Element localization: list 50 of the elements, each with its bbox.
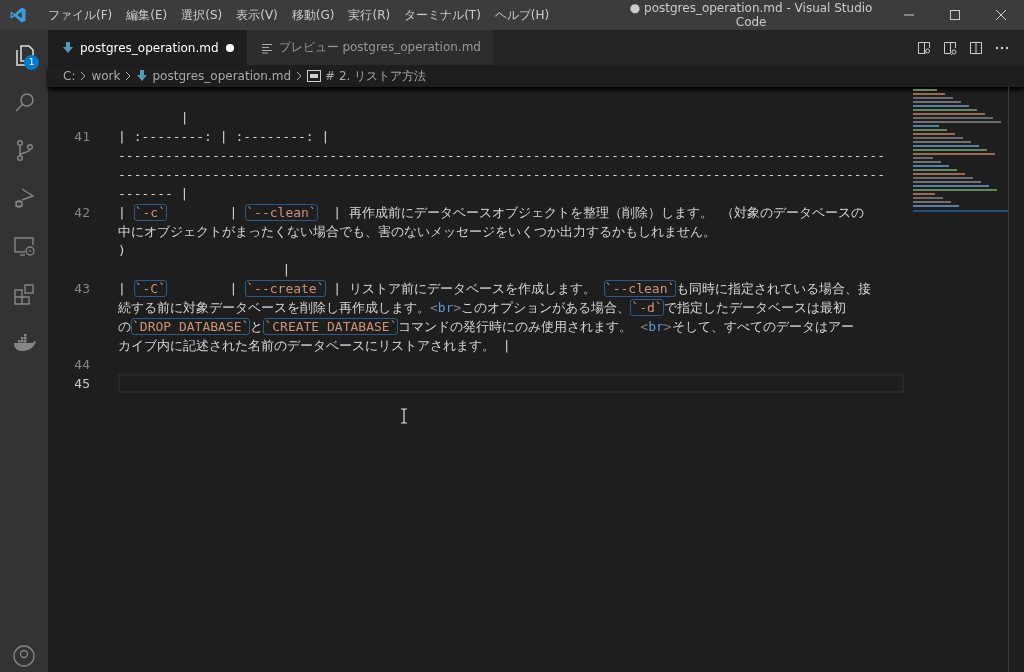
text-cursor-icon	[400, 408, 408, 424]
breadcrumb-item[interactable]: work	[91, 69, 121, 83]
menu-item[interactable]: ヘルプ(H)	[487, 6, 557, 24]
preview-side-icon[interactable]	[942, 39, 958, 56]
open-preview-icon[interactable]	[916, 39, 932, 56]
line-number: 43	[74, 281, 90, 296]
breadcrumb-item[interactable]: C:	[63, 69, 76, 83]
line-number: 44	[74, 357, 90, 372]
split-editor-icon[interactable]	[968, 39, 984, 56]
editor-tab[interactable]: postgres_operation.md	[48, 30, 247, 65]
menu-item[interactable]: 表示(V)	[229, 6, 285, 24]
menu-item[interactable]: 実行(R)	[341, 6, 398, 24]
remote-monitor-icon[interactable]	[12, 234, 36, 258]
chevron-icon	[295, 70, 304, 82]
line-number: 45	[74, 376, 90, 391]
account-icon[interactable]	[12, 644, 36, 668]
line-number: 41	[74, 129, 90, 144]
menu-item[interactable]: 移動(G)	[284, 6, 342, 24]
code-line: 中にオブジェクトがまったくない場合でも、害のないメッセージをいくつか出力するかもしれません。	[118, 224, 716, 239]
code-line: |	[281, 262, 291, 277]
window-title: ● postgres_operation.md - Visual Studio Code	[628, 1, 874, 29]
code-line: カイブ内に記述された名前のデータベースにリストアされます。 |	[118, 338, 511, 353]
app-logo-icon	[9, 6, 27, 24]
down-arrow-icon	[62, 40, 74, 55]
editor-tab[interactable]: プレビュー postgres_operation.md	[246, 30, 493, 65]
run-debug-icon[interactable]	[12, 186, 36, 210]
code-line: | :--------: | :--------: |	[118, 129, 330, 144]
menu-item[interactable]: 選択(S)	[174, 6, 230, 24]
code-line: の`DROP DATABASE`と`CREATE DATABASE`コマンドの発行時にのみ使用されます。 <br>そして、すべてのデータはアー	[118, 318, 854, 335]
code-line: |	[179, 110, 189, 125]
code-line: ------- |	[118, 186, 189, 201]
code-line: | `-c` | `--clean` | 再作成前にデータベースオブジェクトを整理（削除）します。 （対象のデータベースの	[118, 204, 864, 221]
breadcrumb-item[interactable]: postgres_operation.md	[152, 69, 292, 83]
chevron-icon	[124, 70, 133, 82]
count-badge: 1	[24, 55, 39, 70]
menu-item[interactable]: ファイル(F)	[41, 6, 120, 24]
code-line: --------------------------------------------------------------------------------------------------	[118, 167, 885, 182]
menu-item[interactable]: 編集(E)	[119, 6, 175, 24]
code-line: --------------------------------------------------------------------------------------------------	[118, 148, 885, 163]
menu-item[interactable]: ターミナル(T)	[397, 6, 488, 24]
breadcrumb-item[interactable]: # 2. リストア方法	[325, 67, 427, 85]
symbol-icon	[307, 70, 322, 82]
chevron-icon	[79, 70, 88, 82]
code-line: )	[118, 243, 126, 258]
down-arrow-icon	[136, 69, 149, 83]
code-line: | `-C` | `--create` | リストア前にデータベースを作成します。 `--clean`も同時に指定されている場合、接	[118, 280, 872, 297]
preview-lines-icon	[260, 41, 273, 54]
extensions-icon[interactable]	[12, 282, 36, 306]
code-line: 続する前に対象データベースを削除し再作成します。<br>このオプションがある場合、`-d`で指定したデータベースは最初	[118, 299, 846, 316]
line-number: 42	[74, 205, 90, 220]
